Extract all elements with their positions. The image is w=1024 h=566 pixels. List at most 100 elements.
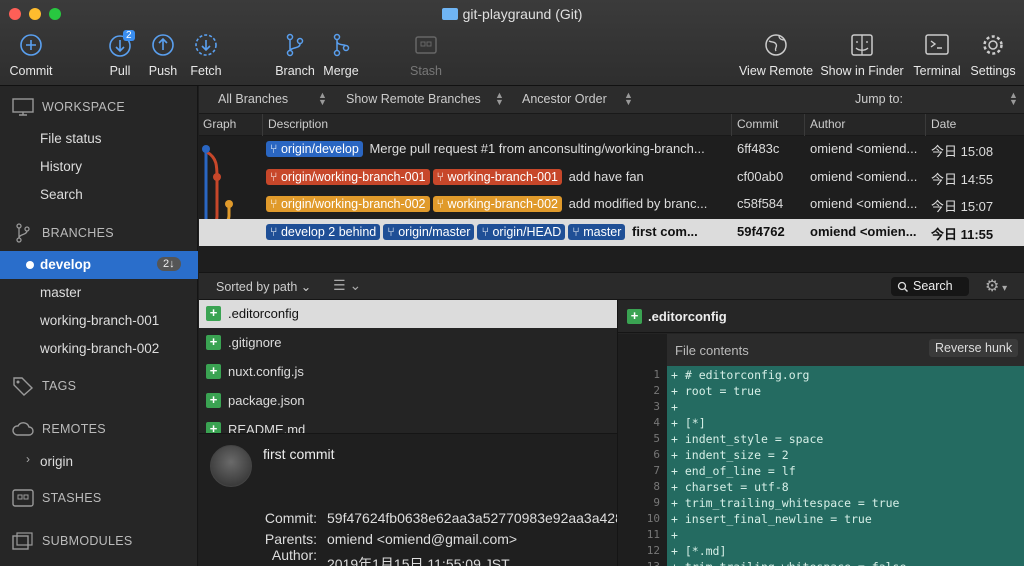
settings-button[interactable]: Settings	[968, 32, 1018, 78]
fetch-button[interactable]: Fetch	[188, 32, 224, 78]
commit-row[interactable]: ⑂ origin/develop Merge pull request #1 f…	[199, 136, 1024, 163]
sidebar-item-history[interactable]: History	[40, 159, 82, 174]
branch-button[interactable]: Branch	[274, 32, 316, 78]
date-column-header[interactable]: Date	[931, 117, 956, 131]
sidebar-item-search[interactable]: Search	[40, 187, 83, 202]
description-column-header[interactable]: Description	[268, 117, 328, 131]
branch-tag-label: develop	[280, 225, 325, 239]
commit-hash: 59f4762	[737, 224, 785, 239]
gear-icon[interactable]: ⚙ ▾	[985, 276, 1007, 296]
commit-author: omiend <omiend...	[810, 169, 918, 184]
push-button[interactable]: Push	[147, 32, 179, 78]
added-icon: +	[206, 306, 221, 321]
sidebar-section-stashes[interactable]: STASHES	[12, 489, 102, 507]
terminal-icon	[925, 34, 949, 55]
merge-button[interactable]: Merge	[322, 32, 360, 78]
commit-column-header[interactable]: Commit	[737, 117, 778, 131]
commit-row[interactable]: ⑂ origin/working-branch-001 ⑂ working-bra…	[199, 164, 1024, 191]
line-number: 8	[653, 480, 660, 493]
ancestor-order-select[interactable]: Ancestor Order	[522, 92, 607, 106]
sidebar-item-working-branch-001[interactable]: working-branch-001	[40, 313, 159, 328]
merge-icon	[333, 33, 350, 57]
chevron-right-icon[interactable]: ›	[26, 452, 30, 466]
commit-message: Merge pull request #1 from anconsulting/…	[369, 141, 705, 156]
sidebar: WORKSPACE File status History Search BRA…	[0, 86, 198, 566]
sidebar-item-working-branch-002[interactable]: working-branch-002	[40, 341, 159, 356]
line-number: 3	[653, 400, 660, 413]
jump-to-select[interactable]: Jump to:	[855, 92, 903, 106]
sidebar-item-origin[interactable]: origin	[40, 454, 73, 469]
globe-icon	[765, 34, 787, 56]
commit-author: omiend <omiend...	[810, 196, 918, 211]
diff-line: + [*.md]	[671, 544, 727, 558]
commit-hash: 6ff483c	[737, 141, 780, 156]
line-number: 1	[653, 368, 660, 381]
line-number: 7	[653, 464, 660, 477]
show-in-finder-label: Show in Finder	[820, 64, 904, 78]
branch-tag-label: origin/working-branch-001	[280, 170, 426, 184]
branch-label: Branch	[275, 64, 315, 78]
commit-row[interactable]: ⑂ origin/working-branch-002 ⑂ working-bra…	[199, 191, 1024, 218]
author-email-value: omiend <omiend@gmail.com>	[327, 531, 518, 547]
sidebar-section-branches[interactable]: BRANCHES	[12, 222, 114, 244]
branch-tag: ⑂ origin/master	[383, 224, 475, 240]
show-remote-branches-select[interactable]: Show Remote Branches	[346, 92, 481, 106]
file-row[interactable]: + nuxt.config.js	[199, 358, 617, 386]
file-name: package.json	[228, 393, 305, 408]
push-label: Push	[148, 64, 178, 78]
all-branches-select[interactable]: All Branches	[218, 92, 288, 106]
branch-tag: ⑂ develop 2 behind	[266, 224, 381, 240]
sidebar-section-tags[interactable]: TAGS	[12, 376, 76, 396]
file-row[interactable]: + README.md	[199, 416, 617, 433]
file-name: .gitignore	[228, 335, 282, 350]
line-number: 4	[653, 416, 660, 429]
sidebar-item-develop[interactable]: develop 2↓	[0, 251, 198, 279]
reverse-hunk-button[interactable]: Reverse hunk	[929, 339, 1019, 357]
commit-hash: cf00ab0	[737, 169, 784, 184]
sidebar-item-file-status[interactable]: File status	[40, 131, 102, 146]
line-number: 12	[646, 544, 660, 557]
pull-label: Pull	[109, 64, 131, 78]
submodules-heading: SUBMODULES	[42, 534, 133, 548]
branch-icon	[16, 223, 30, 243]
avatar	[210, 445, 252, 487]
author-column-header[interactable]: Author	[810, 117, 845, 131]
branch-tag-label: working-branch-002	[447, 197, 558, 211]
file-row-selected[interactable]: + .editorconfig	[199, 300, 617, 328]
commit-row-selected[interactable]: ⑂ develop 2 behind ⑂ origin/master ⑂ origi…	[199, 219, 1024, 246]
sidebar-section-remotes[interactable]: REMOTES	[12, 420, 106, 438]
stash-label: Stash	[410, 64, 442, 78]
commit-subject: first commit	[263, 446, 335, 462]
branch-tag: ⑂ master	[568, 224, 626, 240]
commit-hash-value: 59f47624fb0638e62aa3a52770983e92aa3a428	[327, 510, 617, 526]
sidebar-item-master[interactable]: master	[40, 285, 81, 300]
commit-date: 今日 11:55	[931, 227, 994, 242]
pull-button[interactable]: Pull 2	[104, 30, 136, 78]
sidebar-section-workspace[interactable]: WORKSPACE	[12, 98, 125, 116]
commit-button[interactable]: Commit	[8, 32, 54, 78]
graph-column-header[interactable]: Graph	[203, 117, 236, 131]
commit-date: 今日 15:07	[931, 199, 994, 214]
remotes-heading: REMOTES	[42, 422, 106, 436]
branches-heading: BRANCHES	[42, 226, 114, 240]
stash-button[interactable]: Stash	[408, 32, 444, 78]
list-view-icon[interactable]: ☰ ⌄	[333, 277, 361, 294]
file-row[interactable]: + .gitignore	[199, 329, 617, 357]
view-remote-label: View Remote	[738, 64, 814, 78]
show-in-finder-button[interactable]: Show in Finder	[820, 32, 904, 78]
terminal-button[interactable]: Terminal	[912, 32, 962, 78]
commit-date: 今日 15:08	[931, 144, 994, 159]
workspace-heading: WORKSPACE	[42, 100, 126, 114]
view-remote-button[interactable]: View Remote	[738, 32, 814, 78]
line-number: 2	[653, 384, 660, 397]
search-label: Search	[913, 279, 953, 293]
sort-by-path-select[interactable]: Sorted by path ⌄	[216, 279, 311, 294]
file-row[interactable]: + package.json	[199, 387, 617, 415]
sourcetree-window: git-playgraund (Git) Commit Pull 2 Push …	[0, 0, 1024, 566]
commit-hash: c58f584	[737, 196, 784, 211]
sidebar-section-submodules[interactable]: SUBMODULES	[12, 532, 133, 550]
commit-hash-label: Commit:	[264, 510, 317, 526]
updown-icon: ▲ ▼	[1009, 90, 1018, 107]
search-field[interactable]: Search	[891, 277, 969, 296]
stash-icon	[415, 36, 437, 54]
